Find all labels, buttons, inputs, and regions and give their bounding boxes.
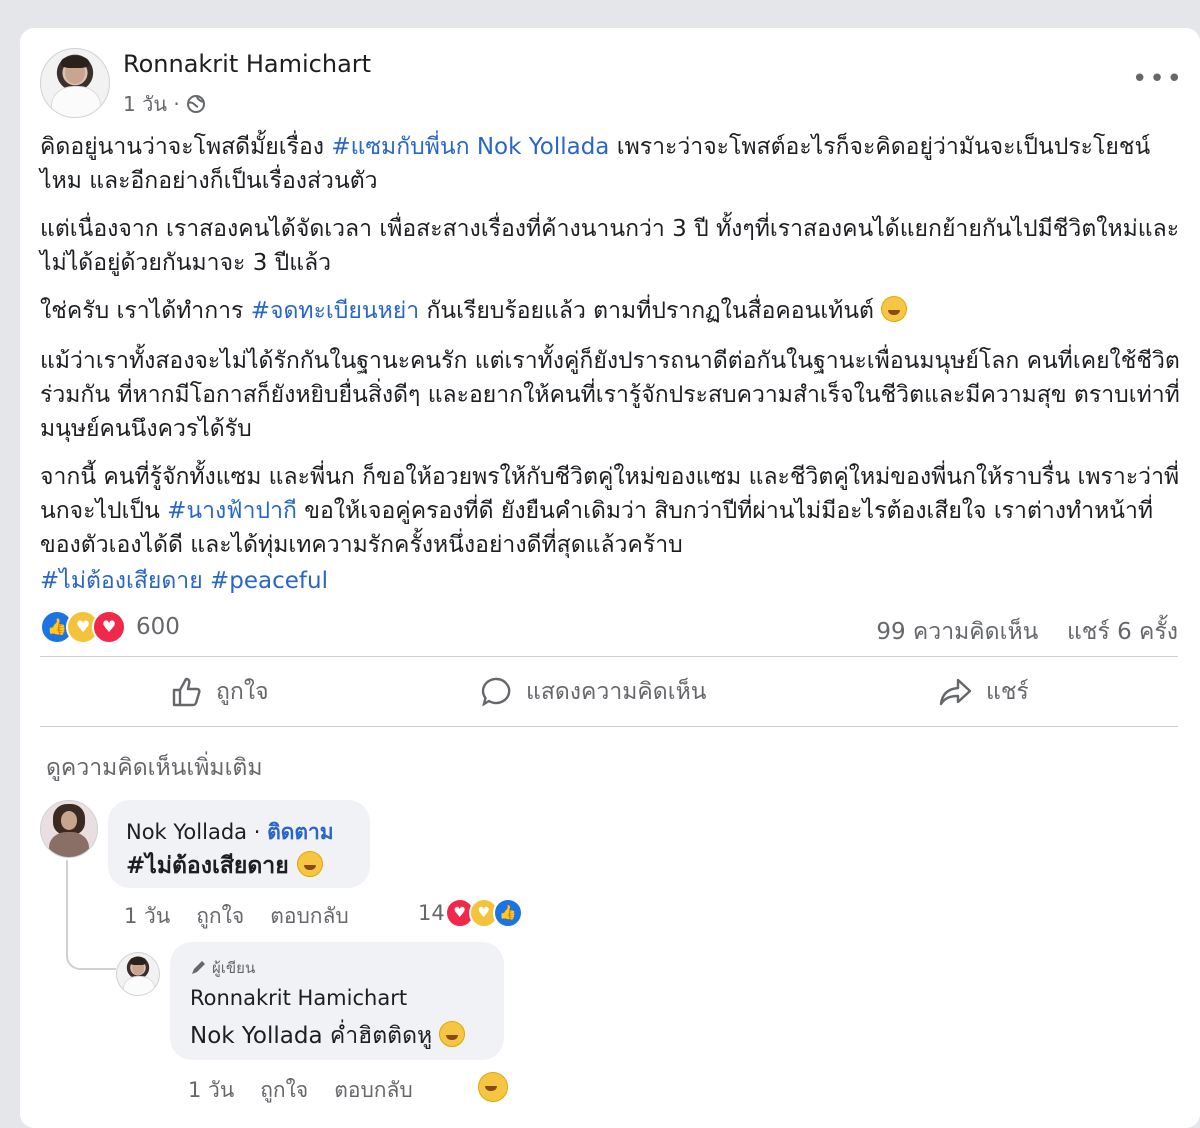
reply-reply-button[interactable]: ตอบกลับ <box>334 1074 413 1107</box>
share-button[interactable]: แชร์ <box>938 674 1029 710</box>
comment-time[interactable]: 1 วัน <box>124 900 170 933</box>
globe-icon <box>186 95 205 113</box>
post-hashtags[interactable]: #ไม่ต้องเสียดาย #peaceful <box>40 564 1185 598</box>
reply-reaction-emoji-icon[interactable] <box>478 1072 508 1102</box>
shares-count[interactable]: แชร์ 6 ครั้ง <box>1067 619 1178 645</box>
hashtag-link[interactable]: #นางฟ้าปากี <box>167 498 297 524</box>
comment-like-button[interactable]: ถูกใจ <box>196 900 244 933</box>
more-options-icon[interactable]: ••• <box>1132 64 1184 94</box>
post-paragraph-3: ใช่ครับ เราได้ทำการ #จดทะเบียนหย่า กันเร… <box>40 294 1185 328</box>
grinning-emoji-icon <box>439 1021 466 1047</box>
comment-bubble: Nok Yollada · ติดตาม #ไม่ต้องเสียดาย <box>108 800 370 888</box>
commenter-avatar[interactable] <box>40 800 98 858</box>
smile-emoji-icon <box>881 296 908 322</box>
author-avatar[interactable] <box>40 48 110 118</box>
pencil-icon <box>192 961 205 974</box>
view-more-comments-link[interactable]: ดูความคิดเห็นเพิ่มเติม <box>46 750 263 786</box>
comment-reaction-count: 14 <box>418 901 445 925</box>
post-paragraph-2: แต่เนื่องจาก เราสองคนได้จัดเวลา เพื่อสะส… <box>40 216 1180 276</box>
reply-author-avatar[interactable] <box>116 952 160 996</box>
post-meta: 1 วัน · <box>123 88 206 120</box>
comments-count[interactable]: 99 ความคิดเห็น <box>876 619 1038 645</box>
post-paragraph-1: คิดอยู่นานว่าจะโพสดีมั้ยเรื่อง #แซมกับพี… <box>40 134 1151 194</box>
reply-like-button[interactable]: ถูกใจ <box>260 1074 308 1107</box>
share-arrow-icon <box>939 678 972 706</box>
post-paragraph-4: แม้ว่าเราทั้งสองจะไม่ได้รักกันในฐานะคนรั… <box>40 348 1180 442</box>
author-badge-label: ผู้เขียน <box>212 959 256 977</box>
reply-time[interactable]: 1 วัน <box>188 1074 234 1107</box>
comment-reply-button[interactable]: ตอบกลับ <box>270 900 349 933</box>
divider <box>40 656 1178 657</box>
reaction-count: 600 <box>136 614 180 640</box>
author-badge: ผู้เขียน <box>190 956 255 980</box>
share-label: แชร์ <box>986 679 1029 705</box>
follow-button[interactable]: ติดตาม <box>267 820 334 844</box>
like-button[interactable]: ถูกใจ <box>170 674 269 710</box>
comment-button[interactable]: แสดงความคิดเห็น <box>480 674 706 710</box>
post-author-name[interactable]: Ronnakrit Hamichart <box>123 50 371 78</box>
post-time[interactable]: 1 วัน · <box>123 88 180 120</box>
reply-thread-line <box>66 860 116 970</box>
love-reaction-icon: ♥ <box>92 610 126 644</box>
like-label: ถูกใจ <box>216 679 269 705</box>
hashtag-link[interactable]: #แซมกับพี่นก Nok Yollada <box>331 134 609 160</box>
comment-meta: 1 วัน ถูกใจ ตอบกลับ <box>124 900 349 933</box>
comment-label: แสดงความคิดเห็น <box>526 679 707 705</box>
comment-bubble-icon <box>481 677 511 707</box>
laughing-emoji-icon <box>296 851 323 877</box>
reply-author-name[interactable]: Ronnakrit Hamichart <box>190 986 407 1010</box>
reply-meta: 1 วัน ถูกใจ ตอบกลับ <box>188 1074 413 1107</box>
comment-author-line: Nok Yollada · ติดตาม <box>126 820 334 844</box>
comment-author-name[interactable]: Nok Yollada <box>126 820 247 844</box>
comment-reactions[interactable]: 14 ♥ ♥ 👍 <box>418 898 523 928</box>
post-card: Ronnakrit Hamichart 1 วัน · ••• คิดอยู่น… <box>20 28 1200 1128</box>
post-paragraph-5: จากนี้ คนที่รู้จักทั้งแซม และพี่นก ก็ขอใ… <box>40 464 1180 558</box>
divider <box>40 726 1178 727</box>
thumbs-up-icon <box>172 677 201 707</box>
reaction-summary[interactable]: 👍 ♥ ♥ 600 <box>40 610 180 644</box>
comment-text: #ไม่ต้องเสียดาย <box>126 848 323 884</box>
reply-bubble: ผู้เขียน Ronnakrit Hamichart Nok Yollada… <box>170 942 504 1060</box>
reply-text: Nok Yollada ค่ำฮิตติดหู <box>190 1018 466 1054</box>
post-stats-right: 99 ความคิดเห็น แชร์ 6 ครั้ง <box>876 614 1178 650</box>
comment-hashtag[interactable]: #ไม่ต้องเสียดาย <box>126 853 297 879</box>
hashtag-link[interactable]: #จดทะเบียนหย่า <box>251 298 419 324</box>
like-reaction-icon: 👍 <box>492 898 523 928</box>
